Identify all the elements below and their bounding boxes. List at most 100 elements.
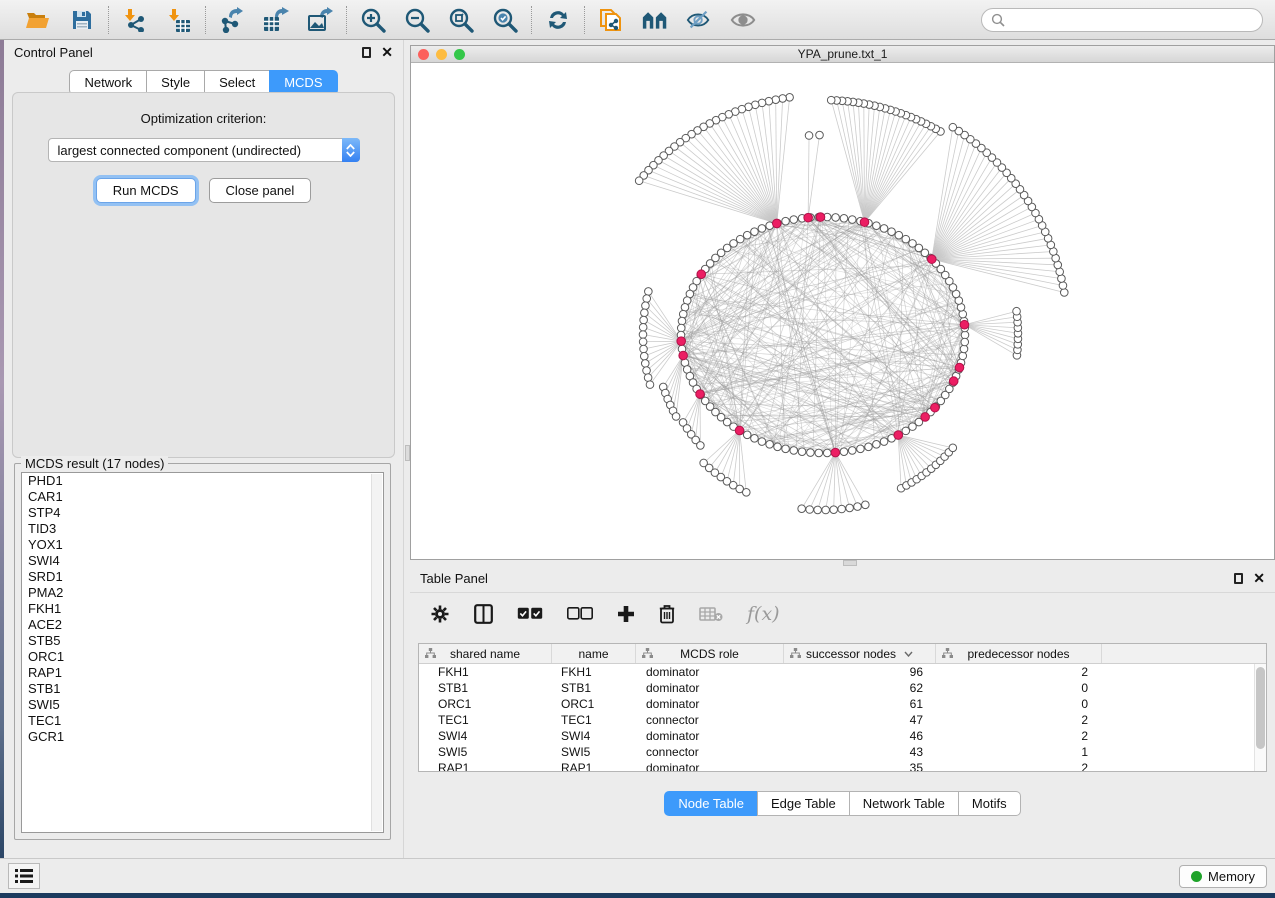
optimization-criterion-select[interactable]: largest connected component (undirected) xyxy=(48,138,360,162)
table-cell[interactable]: RAP1 xyxy=(552,761,636,771)
column-header-mcds-role[interactable]: MCDS role xyxy=(636,644,784,663)
graph-node[interactable] xyxy=(766,441,774,449)
mcds-result-item[interactable]: STB5 xyxy=(22,633,383,649)
column-header-shared-name[interactable]: shared name xyxy=(419,644,552,663)
table-cell[interactable]: 2 xyxy=(936,713,1102,727)
table-cell[interactable]: TEC1 xyxy=(419,713,552,727)
mcds-result-item[interactable]: SRD1 xyxy=(22,569,383,585)
table-cell[interactable]: connector xyxy=(636,745,784,759)
table-cell[interactable]: ORC1 xyxy=(419,697,552,711)
table-cell[interactable]: 47 xyxy=(784,713,936,727)
table-cell[interactable]: RAP1 xyxy=(419,761,552,771)
graph-node[interactable] xyxy=(862,501,870,509)
graph-node[interactable] xyxy=(960,345,968,353)
export-image-icon[interactable] xyxy=(307,7,333,33)
graph-node[interactable] xyxy=(961,331,969,339)
zoom-in-icon[interactable] xyxy=(360,7,386,33)
search-box[interactable] xyxy=(981,8,1263,32)
column-header-name[interactable]: name xyxy=(552,644,636,663)
graph-node[interactable] xyxy=(672,413,680,421)
graph-node[interactable] xyxy=(902,235,910,243)
graph-node[interactable] xyxy=(832,214,840,222)
table-cell[interactable]: STB1 xyxy=(419,681,552,695)
show-all-icon[interactable] xyxy=(730,7,756,33)
graph-node[interactable] xyxy=(639,338,647,346)
table-row[interactable]: TEC1TEC1connector472 xyxy=(419,712,1254,728)
table-row[interactable]: RAP1RAP1dominator352 xyxy=(419,760,1254,771)
table-cell[interactable]: connector xyxy=(636,713,784,727)
table-cell[interactable]: dominator xyxy=(636,697,784,711)
float-panel-icon[interactable] xyxy=(362,47,371,58)
table-cell[interactable]: 0 xyxy=(936,697,1102,711)
mcds-result-item[interactable]: PMA2 xyxy=(22,585,383,601)
table-cell[interactable]: SWI5 xyxy=(552,745,636,759)
graph-node[interactable] xyxy=(635,177,643,185)
table-row[interactable]: FKH1FKH1dominator962 xyxy=(419,664,1254,680)
table-cell[interactable]: SWI4 xyxy=(552,729,636,743)
graph-node[interactable] xyxy=(790,447,798,455)
mcds-result-item[interactable]: ACE2 xyxy=(22,617,383,633)
table-cell[interactable]: FKH1 xyxy=(552,665,636,679)
graph-node[interactable] xyxy=(798,505,806,513)
graph-node[interactable] xyxy=(639,323,647,331)
tab-network-table[interactable]: Network Table xyxy=(849,791,958,816)
graph-node[interactable] xyxy=(678,317,686,325)
graph-node[interactable] xyxy=(736,235,744,243)
mcds-result-item[interactable]: GCR1 xyxy=(22,729,383,745)
graph-node[interactable] xyxy=(1060,289,1068,297)
graph-node[interactable] xyxy=(902,427,910,435)
show-column-icon[interactable] xyxy=(474,604,493,624)
graph-node[interactable] xyxy=(895,231,903,239)
graph-node[interactable] xyxy=(758,438,766,446)
graph-node[interactable] xyxy=(806,506,814,514)
memory-button[interactable]: Memory xyxy=(1179,865,1267,888)
float-panel-icon[interactable] xyxy=(1234,573,1243,584)
graph-node[interactable] xyxy=(679,310,687,318)
mcds-result-item[interactable]: STB1 xyxy=(22,681,383,697)
open-folder-icon[interactable] xyxy=(25,7,51,33)
table-cell[interactable]: 62 xyxy=(784,681,936,695)
table-cell[interactable]: FKH1 xyxy=(419,665,552,679)
graph-node[interactable] xyxy=(960,320,969,329)
graph-node[interactable] xyxy=(909,240,917,248)
graph-node[interactable] xyxy=(846,504,854,512)
table-row[interactable]: SWI4SWI4dominator462 xyxy=(419,728,1254,744)
graph-node[interactable] xyxy=(807,449,815,457)
graph-node[interactable] xyxy=(642,302,650,310)
zoom-fit-icon[interactable] xyxy=(448,7,474,33)
graph-node[interactable] xyxy=(751,435,759,443)
graph-node[interactable] xyxy=(743,431,751,439)
graph-node[interactable] xyxy=(1058,275,1066,283)
deselect-all-icon[interactable] xyxy=(567,607,593,620)
graph-node[interactable] xyxy=(848,216,856,224)
network-graph[interactable] xyxy=(411,63,1274,559)
table-row[interactable]: STB1STB1dominator620 xyxy=(419,680,1254,696)
zoom-out-icon[interactable] xyxy=(404,7,430,33)
graph-node[interactable] xyxy=(643,295,651,303)
graph-node[interactable] xyxy=(955,363,964,372)
table-row[interactable]: ORC1ORC1dominator610 xyxy=(419,696,1254,712)
close-panel-icon[interactable]: ✕ xyxy=(1253,571,1265,585)
column-header-successor-nodes[interactable]: successor nodes xyxy=(784,644,936,663)
graph-node[interactable] xyxy=(645,288,653,296)
network-canvas[interactable] xyxy=(411,63,1274,559)
graph-node[interactable] xyxy=(880,225,888,233)
graph-node[interactable] xyxy=(838,505,846,513)
graph-node[interactable] xyxy=(641,360,649,368)
table-cell[interactable]: 96 xyxy=(784,665,936,679)
graph-node[interactable] xyxy=(1059,282,1067,290)
graph-node[interactable] xyxy=(848,447,856,455)
graph-node[interactable] xyxy=(640,316,648,324)
mcds-result-item[interactable]: RAP1 xyxy=(22,665,383,681)
mcds-result-item[interactable]: TEC1 xyxy=(22,713,383,729)
mcds-result-item[interactable]: ORC1 xyxy=(22,649,383,665)
graph-node[interactable] xyxy=(696,390,705,399)
tab-node-table[interactable]: Node Table xyxy=(664,791,757,816)
graph-node[interactable] xyxy=(742,488,750,496)
mcds-result-item[interactable]: FKH1 xyxy=(22,601,383,617)
graph-node[interactable] xyxy=(921,413,930,422)
import-table-icon[interactable] xyxy=(166,7,192,33)
graph-node[interactable] xyxy=(823,449,831,457)
save-icon[interactable] xyxy=(69,7,95,33)
graph-node[interactable] xyxy=(949,123,957,131)
